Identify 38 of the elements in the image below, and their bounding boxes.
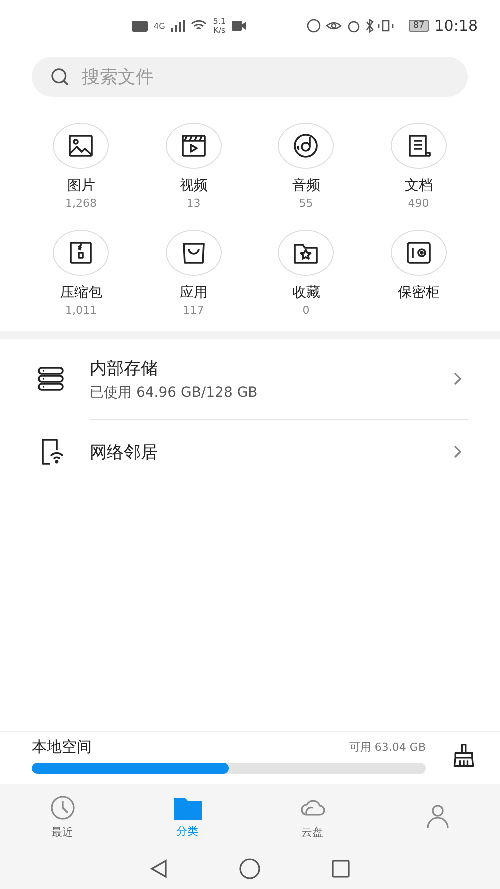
category-count: 117 (183, 304, 204, 317)
category-label: 音频 (292, 177, 320, 195)
home-icon[interactable] (239, 858, 261, 880)
video-camera-icon (232, 21, 246, 31)
recent-apps-icon[interactable] (331, 858, 351, 878)
search-field[interactable]: 搜索文件 (32, 57, 468, 97)
hd-icon (132, 20, 148, 32)
category-count: 55 (299, 197, 314, 210)
category-label: 压缩包 (60, 284, 102, 302)
available-space: 可用 63.04 GB (349, 740, 426, 755)
category-label: 文档 (404, 177, 433, 195)
category-label: 保密柜 (398, 284, 440, 302)
signal-icon (171, 20, 186, 32)
speed-unit: K/s (213, 26, 226, 35)
battery-level: 87 (409, 20, 429, 32)
search-icon (50, 67, 70, 87)
nav-tab[interactable]: 最近 (0, 784, 125, 848)
category-label: 图片 (67, 177, 96, 195)
category-label: 视频 (180, 177, 208, 195)
category-label: 收藏 (292, 284, 320, 302)
storage-icon (36, 364, 66, 394)
location-title[interactable]: 内部存储 (90, 356, 448, 380)
local-space-title: 本地空间 (32, 738, 92, 757)
network-type: 4G (154, 22, 166, 30)
category-count: 13 (186, 197, 201, 210)
location-title[interactable]: 网络邻居 (90, 440, 448, 464)
category-count: 490 (408, 197, 430, 210)
network-speed: 5.1 (213, 17, 226, 26)
category-label: 应用 (180, 284, 208, 302)
back-icon[interactable] (149, 858, 169, 878)
nav-tab[interactable]: 分类 (125, 784, 250, 848)
clock-time: 10:18 (434, 17, 478, 35)
category-count: 0 (302, 304, 310, 317)
nav-tab[interactable]: 云盘 (250, 784, 375, 848)
storage-usage: 已使用 64.96 GB/128 GB (90, 384, 259, 402)
wifi-icon (191, 20, 208, 32)
category-count: 1,268 (66, 197, 97, 210)
category-count: 1,011 (66, 304, 97, 317)
